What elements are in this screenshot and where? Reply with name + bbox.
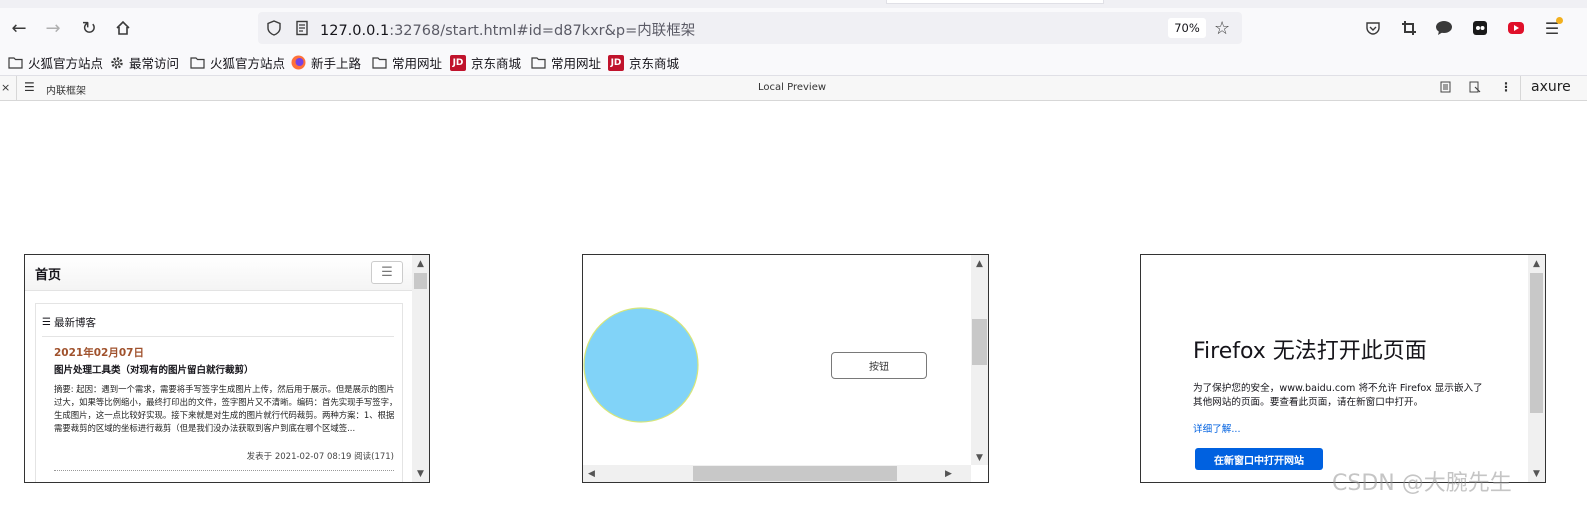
- bookmark-item[interactable]: 新手上路: [291, 53, 361, 72]
- pocket-icon[interactable]: [1358, 14, 1388, 42]
- bookmark-item[interactable]: 火狐官方站点: [190, 53, 285, 72]
- preview-label: Local Preview: [758, 82, 827, 93]
- scroll-thumb[interactable]: [414, 273, 427, 289]
- back-icon[interactable]: ←: [4, 14, 34, 42]
- circle-shape: [583, 307, 699, 423]
- bookmark-label: 京东商城: [471, 56, 522, 71]
- bookmark-label: 最常访问: [129, 56, 180, 71]
- shield-icon[interactable]: [266, 20, 282, 40]
- hamburger-menu-button[interactable]: ☰: [371, 261, 403, 284]
- folder-icon: [8, 57, 23, 69]
- video-extension-icon[interactable]: [1501, 14, 1531, 42]
- reload-icon[interactable]: ↻: [74, 14, 104, 42]
- blog-header: 首页 ☰: [25, 255, 413, 291]
- inspect-icon[interactable]: [1469, 81, 1481, 96]
- page-name: 内联框架: [46, 86, 86, 97]
- inline-frame-blocked[interactable]: Firefox 无法打开此页面 为了保护您的安全，www.baidu.com 将…: [1140, 254, 1546, 483]
- blog-title: 首页: [35, 268, 62, 283]
- list-icon: ☰: [42, 317, 51, 328]
- navigation-toolbar: ← → ↻ 127.0.0.1:32768/start.html#id=d87k…: [0, 8, 1587, 48]
- scroll-right-icon[interactable]: ▶: [940, 465, 957, 482]
- watermark: CSDN @大腕先生: [1332, 471, 1512, 496]
- notes-icon[interactable]: [1440, 81, 1451, 96]
- bookmark-label: 火狐官方站点: [210, 56, 286, 71]
- url-path: :32768/start.html#id=d87kxr&p=内联框架: [389, 23, 696, 39]
- vertical-scrollbar[interactable]: ▲ ▼: [412, 255, 429, 482]
- scroll-thumb[interactable]: [1530, 273, 1543, 413]
- post-date: 2021年02月07日: [54, 347, 144, 359]
- folder-icon: [190, 57, 205, 69]
- blog-card: ☰ 最新博客 2021年02月07日 图片处理工具类（对现有的图片留白就行裁剪）…: [35, 303, 403, 482]
- window-top-strip: [0, 0, 1587, 8]
- error-heading: Firefox 无法打开此页面: [1193, 339, 1427, 364]
- gear-icon: [111, 56, 123, 69]
- url-host: 127.0.0.1: [320, 23, 390, 39]
- bookmark-label: 火狐官方站点: [28, 56, 104, 71]
- open-in-new-window-button[interactable]: 在新窗口中打开网站: [1195, 448, 1323, 470]
- zoom-indicator[interactable]: 70%: [1168, 18, 1206, 38]
- jd-icon: JD: [450, 54, 466, 71]
- bookmark-label: 新手上路: [311, 56, 362, 71]
- scroll-thumb[interactable]: [693, 466, 897, 481]
- post-summary: 摘要: 起因：遇到一个需求，需要将手写签字生成图片上传，然后用于展示。但是展示的…: [54, 384, 398, 433]
- scroll-thumb[interactable]: [972, 319, 987, 365]
- bookmark-item[interactable]: 火狐官方站点: [8, 53, 103, 72]
- home-icon[interactable]: [108, 14, 138, 42]
- bookmark-label: 京东商城: [629, 56, 680, 71]
- jd-icon: JD: [608, 54, 624, 71]
- bookmark-label: 常用网址: [551, 56, 602, 71]
- horizontal-scrollbar[interactable]: ◀ ▶: [583, 465, 971, 482]
- scroll-down-icon[interactable]: ▼: [1528, 465, 1545, 482]
- post-title-link[interactable]: 图片处理工具类（对现有的图片留白就行裁剪）: [54, 362, 254, 376]
- close-icon[interactable]: ×: [1, 81, 10, 94]
- bookmark-item[interactable]: 常用网址: [531, 53, 601, 72]
- axure-logo: axure: [1531, 79, 1571, 95]
- learn-more-link[interactable]: 详细了解...: [1193, 421, 1241, 435]
- bookmark-item[interactable]: JD 京东商城: [450, 53, 521, 72]
- chat-icon[interactable]: [1429, 14, 1459, 42]
- more-options-icon[interactable]: ⋮: [1500, 80, 1512, 94]
- error-description: 为了保护您的安全，www.baidu.com 将不允许 Firefox 显示嵌入…: [1193, 383, 1483, 408]
- bookmark-item[interactable]: 常用网址: [372, 53, 442, 72]
- extension-icon[interactable]: [1465, 14, 1495, 42]
- scroll-up-icon[interactable]: ▲: [412, 255, 429, 272]
- bookmark-star-icon[interactable]: ☆: [1214, 18, 1230, 39]
- scroll-down-icon[interactable]: ▼: [412, 465, 429, 482]
- crop-icon[interactable]: [1394, 14, 1424, 42]
- post-meta: 发表于 2021-02-07 08:19 阅读(171): [246, 452, 394, 462]
- axure-preview-bar: × ☰ 内联框架 Local Preview ⋮ axure: [0, 76, 1587, 101]
- scroll-left-icon[interactable]: ◀: [583, 465, 600, 482]
- inline-frame-blog[interactable]: 首页 ☰ ☰ 最新博客 2021年02月07日 图片处理工具类（对现有的图片留白…: [24, 254, 430, 483]
- menu-icon[interactable]: ☰: [1537, 14, 1567, 42]
- page-info-icon[interactable]: [294, 20, 310, 40]
- scroll-up-icon[interactable]: ▲: [1528, 255, 1545, 272]
- sitemap-menu-icon[interactable]: ☰: [24, 80, 35, 94]
- scroll-up-icon[interactable]: ▲: [971, 255, 988, 272]
- vertical-scrollbar[interactable]: ▲ ▼: [1528, 255, 1545, 482]
- firefox-icon: [291, 55, 306, 70]
- section-title: 最新博客: [53, 317, 96, 329]
- vertical-scrollbar[interactable]: ▲ ▼: [971, 255, 988, 466]
- bookmark-label: 常用网址: [392, 56, 443, 71]
- bookmarks-toolbar: 火狐官方站点 最常访问 火狐官方站点 新手上路 常用网址 JD 京东商城 常用网…: [0, 48, 1587, 76]
- latest-blog-heading: ☰ 最新博客: [42, 315, 96, 330]
- bookmark-item[interactable]: 最常访问: [110, 53, 179, 72]
- folder-icon: [372, 57, 387, 69]
- bookmark-item[interactable]: JD 京东商城: [608, 53, 679, 72]
- forward-icon[interactable]: →: [38, 14, 68, 42]
- frame-button[interactable]: 按钮: [831, 352, 927, 379]
- inline-frame-shapes[interactable]: 按钮 ▲ ▼ ◀ ▶: [582, 254, 989, 483]
- folder-icon: [531, 57, 546, 69]
- scroll-down-icon[interactable]: ▼: [971, 449, 988, 466]
- url-bar[interactable]: 127.0.0.1:32768/start.html#id=d87kxr&p=内…: [258, 12, 1242, 44]
- url-text: 127.0.0.1:32768/start.html#id=d87kxr&p=内…: [320, 19, 695, 40]
